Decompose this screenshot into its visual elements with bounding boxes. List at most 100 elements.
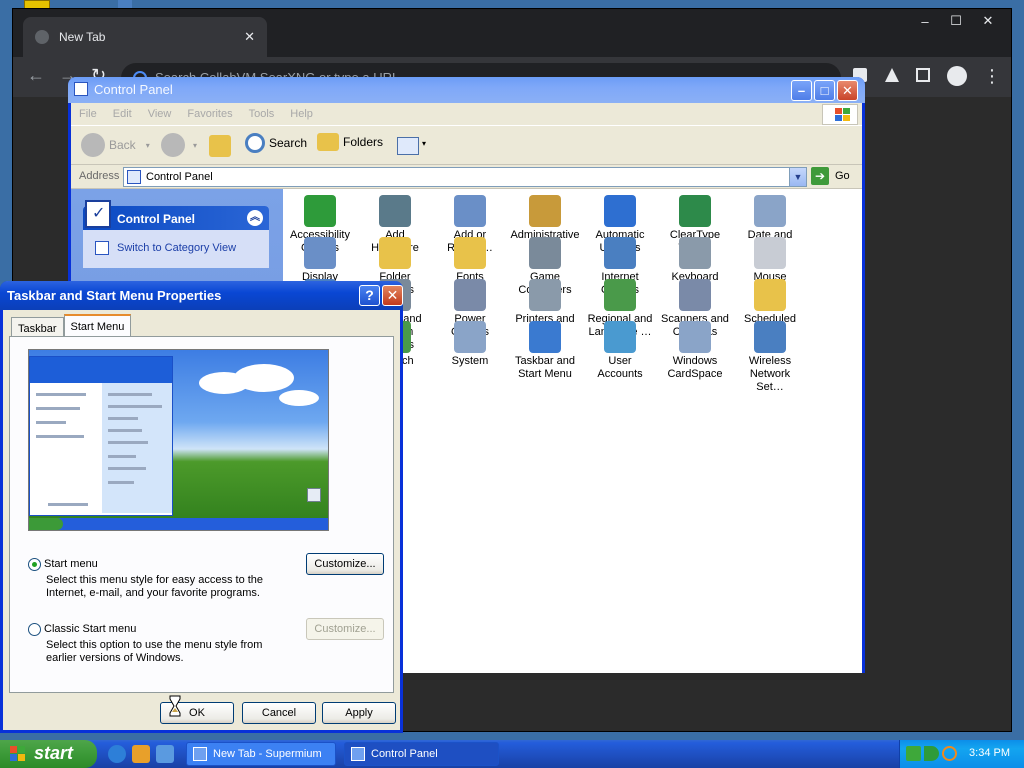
maximize-button[interactable]: ☐ — [939, 11, 973, 31]
control-panel-item[interactable]: System — [435, 321, 505, 367]
menu-edit[interactable]: Edit — [105, 103, 140, 125]
control-panel-item[interactable]: Administrative Tools — [510, 195, 580, 254]
profile-avatar-icon[interactable] — [947, 66, 967, 86]
customize-button[interactable]: Customize... — [306, 553, 384, 575]
minimize-button[interactable]: – — [908, 11, 942, 31]
keyboard-icon — [679, 237, 711, 269]
folder-options-icon — [379, 237, 411, 269]
control-panel-item[interactable]: Printers and Faxes — [510, 279, 580, 338]
search-icon — [245, 133, 265, 153]
control-panel-item[interactable]: Add Hardware — [360, 195, 430, 254]
admin-tools-icon — [529, 195, 561, 227]
taskbar-button-control-panel[interactable]: Control Panel — [344, 742, 499, 766]
control-panel-item[interactable]: Windows CardSpace — [660, 321, 730, 380]
control-panel-item[interactable]: Keyboard — [660, 237, 730, 283]
control-panel-item[interactable]: User Accounts — [585, 321, 655, 380]
control-panel-item[interactable]: Scanners and Cameras — [660, 279, 730, 338]
windows-logo-icon — [10, 746, 26, 762]
control-panel-item[interactable]: Accessibility Options — [285, 195, 355, 254]
menu-tools[interactable]: Tools — [241, 103, 283, 125]
arrow-tray-icon[interactable] — [924, 746, 939, 761]
close-window-button[interactable]: ✕ — [971, 11, 1005, 31]
menu-help[interactable]: Help — [282, 103, 321, 125]
address-label: Address — [79, 170, 120, 182]
show-desktop-icon[interactable] — [156, 745, 174, 763]
back-arrow-icon[interactable]: ← — [27, 65, 45, 86]
close-tab-icon[interactable]: ✕ — [244, 29, 255, 45]
desktop-icon[interactable] — [118, 0, 132, 8]
close-button[interactable]: ✕ — [382, 285, 403, 306]
classic-start-menu-radio[interactable] — [28, 623, 41, 636]
switch-to-category-view-link[interactable]: Switch to Category View — [95, 241, 236, 255]
control-panel-item[interactable]: Power Options — [435, 279, 505, 338]
control-panel-item[interactable]: Wireless Network Set… — [735, 321, 805, 393]
control-panel-item[interactable]: Folder Options — [360, 237, 430, 296]
control-panel-item[interactable]: Scheduled Tasks — [735, 279, 805, 338]
control-panel-item[interactable]: ClearType Tuning — [660, 195, 730, 254]
classic-start-menu-option-label[interactable]: Classic Start menu — [44, 623, 136, 635]
tab-start-menu[interactable]: Start Menu — [63, 314, 132, 338]
start-menu-option-label[interactable]: Start menu — [44, 558, 98, 570]
address-dropdown-icon[interactable]: ▼ — [789, 168, 806, 186]
views-icon[interactable] — [397, 137, 419, 155]
forward-button[interactable]: ▾ — [161, 133, 197, 157]
more-menu-icon[interactable]: ⋮ — [983, 66, 1001, 87]
task-box-header[interactable]: Control Panel ︽ — [83, 200, 269, 230]
flask-icon[interactable] — [885, 68, 899, 82]
window-title: Control Panel — [94, 82, 173, 97]
clock[interactable]: 3:34 PM — [969, 747, 1010, 759]
taskbar-button-browser[interactable]: New Tab - Supermium — [186, 742, 336, 766]
search-button[interactable]: Search — [245, 133, 307, 153]
media-player-icon[interactable] — [132, 745, 150, 763]
help-button[interactable]: ? — [359, 285, 380, 306]
control-panel-item[interactable]: Taskbar and Start Menu — [510, 321, 580, 380]
up-folder-icon[interactable] — [209, 135, 231, 157]
start-button[interactable]: start — [0, 740, 97, 768]
menu-view[interactable]: View — [140, 103, 180, 125]
regional-language-icon — [604, 279, 636, 311]
date-time-icon — [754, 195, 786, 227]
network-tray-icon[interactable] — [906, 746, 921, 761]
views-dropdown-icon[interactable]: ▾ — [422, 139, 426, 148]
internet-explorer-icon[interactable] — [108, 745, 126, 763]
folders-button[interactable]: Folders — [317, 133, 383, 151]
back-button[interactable]: Back ▾ — [81, 133, 150, 157]
search-tray-icon[interactable] — [942, 746, 957, 761]
control-panel-item[interactable]: Automatic Updates — [585, 195, 655, 254]
tab-taskbar[interactable]: Taskbar — [11, 317, 64, 338]
minimize-button[interactable]: – — [791, 80, 812, 101]
control-panel-item[interactable]: Game Controllers — [510, 237, 580, 296]
cancel-button[interactable]: Cancel — [242, 702, 316, 724]
menu-favorites[interactable]: Favorites — [179, 103, 240, 125]
control-panel-item[interactable]: Add or Remov… — [435, 195, 505, 254]
dialog-titlebar[interactable]: Taskbar and Start Menu Properties — [0, 281, 403, 310]
fonts-icon — [454, 237, 486, 269]
browser-tab[interactable]: New Tab ✕ — [23, 17, 267, 57]
taskbar: start New Tab - Supermium Control Panel … — [0, 740, 1024, 768]
address-bar: Address Control Panel ▼ ➔ Go — [71, 165, 862, 189]
internet-options-icon — [604, 237, 636, 269]
dialog-tabs: Taskbar Start Menu — [11, 314, 132, 338]
game-controllers-icon — [529, 237, 561, 269]
folders-icon — [317, 133, 339, 151]
menu-file[interactable]: File — [71, 103, 105, 125]
cardspace-icon — [679, 321, 711, 353]
control-panel-item[interactable]: Internet Options — [585, 237, 655, 296]
wireless-icon — [754, 321, 786, 353]
control-panel-item[interactable]: Mouse — [735, 237, 805, 283]
start-menu-radio[interactable] — [28, 558, 41, 571]
apply-button[interactable]: Apply — [322, 702, 396, 724]
close-button[interactable]: ✕ — [837, 80, 858, 101]
side-panel-icon[interactable] — [916, 68, 930, 82]
control-panel-titlebar[interactable]: Control Panel – □ ✕ — [68, 77, 865, 103]
forward-arrow-icon — [161, 133, 185, 157]
collapse-chevron-icon[interactable]: ︽ — [247, 210, 263, 226]
control-panel-item[interactable]: Display — [285, 237, 355, 283]
address-input[interactable]: Control Panel ▼ — [123, 167, 807, 187]
mouse-icon — [754, 237, 786, 269]
go-button[interactable]: ➔ Go — [811, 167, 850, 185]
maximize-button[interactable]: □ — [814, 80, 835, 101]
control-panel-item[interactable]: Fonts — [435, 237, 505, 283]
control-panel-item[interactable]: Regional and Language … — [585, 279, 655, 338]
control-panel-item[interactable]: Date and Time — [735, 195, 805, 254]
